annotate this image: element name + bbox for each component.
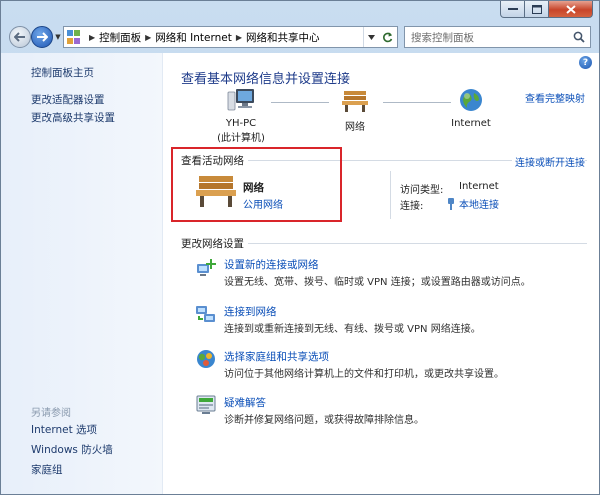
close-button[interactable]: [549, 1, 593, 18]
chevron-down-icon[interactable]: [367, 34, 375, 40]
title-bar: [1, 1, 599, 21]
maximize-icon: [531, 4, 542, 14]
chevron-down-icon: ▼: [55, 33, 61, 41]
address-input[interactable]: ▶ 控制面板 ▶ 网络和 Internet ▶ 网络和共享中心: [63, 26, 398, 48]
sidebar-item-firewall[interactable]: Windows 防火墙: [31, 442, 113, 457]
connection-value[interactable]: 本地连接: [446, 196, 499, 211]
sidebar-item-control-panel-home[interactable]: 控制面板主页: [31, 65, 94, 80]
forward-button[interactable]: [31, 26, 53, 48]
arrow-left-icon: [14, 32, 25, 42]
breadcrumb-item-network-sharing[interactable]: 网络和共享中心: [246, 30, 320, 45]
sidebar-item-advanced-sharing[interactable]: 更改高级共享设置: [31, 110, 115, 125]
computer-subtitle: (此计算机): [217, 133, 265, 144]
task-title[interactable]: 选择家庭组和共享选项: [224, 349, 329, 364]
control-panel-icon: [67, 30, 81, 44]
address-tail: [363, 27, 397, 47]
maximize-button[interactable]: [525, 1, 549, 18]
recent-pages-dropdown[interactable]: ▼: [54, 31, 62, 43]
search-icon[interactable]: [573, 31, 585, 43]
connection-link[interactable]: 本地连接: [459, 196, 499, 211]
task-title[interactable]: 设置新的连接或网络: [224, 257, 319, 272]
window-controls: [500, 1, 593, 18]
breadcrumb-separator-icon: ▶: [89, 32, 96, 42]
new-connection-icon: [197, 259, 216, 276]
minimize-icon: [507, 8, 518, 10]
map-node-computer[interactable]: YH-PC (此计算机): [215, 87, 267, 144]
arrow-right-icon: [37, 32, 48, 42]
breadcrumb-separator-icon[interactable]: ▶: [236, 33, 242, 42]
breadcrumb-item-network-internet[interactable]: 网络和 Internet: [155, 30, 232, 45]
task-description: 连接到或重新连接到无线、有线、拨号或 VPN 网络连接。: [224, 324, 481, 335]
bench-icon: [196, 176, 236, 207]
bench-icon: [342, 91, 368, 112]
breadcrumb-item-control-panel[interactable]: 控制面板: [99, 30, 141, 45]
content-area: 控制面板主页 更改适配器设置 更改高级共享设置 另请参阅 Internet 选项…: [1, 53, 599, 494]
page-title: 查看基本网络信息并设置连接: [181, 72, 351, 87]
task-description: 访问位于其他网络计算机上的文件和打印机，或更改共享设置。: [224, 369, 504, 380]
task-description: 诊断并修复网络问题，或获得故障排除信息。: [224, 415, 424, 426]
map-link-line: [271, 102, 329, 103]
network-type-link[interactable]: 公用网络: [243, 196, 283, 211]
internet-node-label: Internet: [451, 118, 491, 129]
network-node-label: 网络: [345, 122, 365, 133]
close-icon: [565, 4, 576, 14]
connect-network-icon: [196, 306, 215, 322]
sidebar-item-internet-options[interactable]: Internet 选项: [31, 422, 97, 437]
see-also-heading: 另请参阅: [31, 408, 71, 419]
access-type-value: Internet: [459, 181, 499, 192]
task-title[interactable]: 疑难解答: [224, 395, 266, 410]
troubleshoot-icon: [196, 395, 216, 414]
search-placeholder: 搜索控制面板: [411, 31, 474, 44]
refresh-icon[interactable]: [382, 32, 393, 43]
computer-icon: [227, 89, 254, 111]
breadcrumb-separator-icon[interactable]: ▶: [145, 33, 151, 42]
map-link-line: [383, 102, 451, 103]
computer-name: YH-PC: [225, 118, 257, 129]
globe-icon: [460, 89, 482, 111]
main-panel: ? 查看基本网络信息并设置连接 查看完整映射 YH-PC (此计算机) 网络 I…: [163, 53, 599, 494]
task-title[interactable]: 连接到网络: [224, 304, 277, 319]
search-input[interactable]: 搜索控制面板: [404, 26, 591, 48]
access-type-label: 访问类型:: [400, 185, 444, 196]
address-bar: ▼ ▶ 控制面板 ▶ 网络和 Internet ▶ 网络和共享中心 搜索控制面板: [1, 23, 599, 51]
back-button[interactable]: [9, 26, 31, 48]
minimize-button[interactable]: [500, 1, 525, 18]
change-settings-heading: 更改网络设置: [181, 236, 248, 251]
sidebar: 控制面板主页 更改适配器设置 更改高级共享设置 另请参阅 Internet 选项…: [1, 53, 163, 494]
homegroup-icon: [197, 350, 215, 368]
sidebar-item-adapter-settings[interactable]: 更改适配器设置: [31, 92, 105, 107]
window: ▼ ▶ 控制面板 ▶ 网络和 Internet ▶ 网络和共享中心 搜索控制面板: [0, 0, 600, 495]
vertical-divider: [390, 171, 391, 219]
breadcrumb: ▶ 控制面板 ▶ 网络和 Internet ▶ 网络和共享中心: [85, 30, 320, 45]
sidebar-item-homegroup[interactable]: 家庭组: [31, 462, 63, 477]
help-icon[interactable]: ?: [579, 56, 592, 69]
task-description: 设置无线、宽带、拨号、临时或 VPN 连接；或设置路由器或访问点。: [224, 277, 531, 288]
active-network-name: 网络: [243, 182, 264, 194]
connection-label: 连接:: [400, 201, 424, 212]
map-node-internet[interactable]: Internet: [449, 87, 493, 129]
ethernet-plug-icon: [448, 197, 454, 210]
connect-disconnect-link[interactable]: 连接或断开连接: [512, 154, 585, 169]
map-node-network[interactable]: 网络: [335, 87, 375, 133]
full-map-link[interactable]: 查看完整映射: [525, 90, 585, 105]
